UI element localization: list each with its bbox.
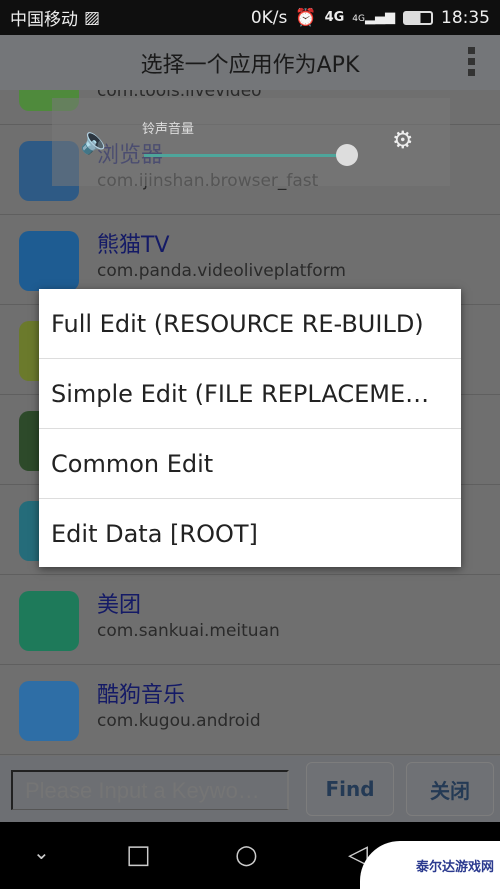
app-package: com.kugou.android: [97, 711, 261, 731]
volume-panel: 🔈 铃声音量 ⚙: [52, 98, 450, 186]
menu-item-edit-data[interactable]: Edit Data [ROOT]: [39, 499, 461, 569]
close-button[interactable]: 关闭: [406, 762, 494, 816]
image-icon: ▨: [84, 7, 101, 28]
alarm-icon: ⏰: [295, 7, 317, 28]
status-bar: 中国移动 ▨ 0K/s ⏰ 4G 4G▂▄▆ 18:35: [0, 0, 500, 35]
menu-item-full-edit[interactable]: Full Edit (RESOURCE RE-BUILD): [39, 289, 461, 359]
volume-slider[interactable]: [144, 154, 344, 157]
home-icon[interactable]: ○: [235, 840, 258, 870]
app-icon: [19, 231, 79, 291]
carrier: 中国移动: [10, 10, 78, 30]
app-icon: [19, 681, 79, 741]
watermark-logo: 泰尔达游戏网: [360, 841, 500, 889]
menu-item-simple-edit[interactable]: Simple Edit (FILE REPLACEME…: [39, 359, 461, 429]
app-name: 酷狗音乐: [97, 683, 186, 708]
clock: 18:35: [441, 7, 490, 28]
network-type: 4G: [324, 10, 345, 25]
app-package: com.panda.videoliveplatform: [97, 261, 346, 281]
chevron-down-icon[interactable]: ⌄: [33, 840, 50, 864]
network-speed: 0K/s: [250, 7, 288, 28]
search-bar: Find 关闭: [0, 756, 500, 822]
app-list-item[interactable]: 美团 com.sankuai.meituan: [0, 575, 500, 665]
recents-icon[interactable]: □: [126, 840, 151, 870]
app-package: com.sankuai.meituan: [97, 621, 280, 641]
volume-slider-thumb[interactable]: [336, 144, 358, 166]
keyword-input[interactable]: [11, 770, 289, 810]
battery-icon: [403, 10, 433, 25]
app-icon: [19, 591, 79, 651]
edit-mode-dialog: Full Edit (RESOURCE RE-BUILD) Simple Edi…: [39, 289, 461, 567]
app-bar: 选择一个应用作为APK: [0, 35, 500, 90]
find-button[interactable]: Find: [306, 762, 394, 816]
overflow-menu-icon[interactable]: [468, 47, 476, 76]
navigation-bar: ⌄ □ ○ ◁ 泰尔达游戏网: [0, 822, 500, 889]
page-title: 选择一个应用作为APK: [140, 52, 360, 78]
app-name: 美团: [97, 593, 142, 618]
network-type-2: 4G: [352, 14, 365, 24]
app-list-item[interactable]: 酷狗音乐 com.kugou.android: [0, 665, 500, 755]
app-name: 熊猫TV: [97, 233, 170, 258]
signal-icon: 4G▂▄▆: [352, 10, 395, 25]
volume-label: 铃声音量: [142, 122, 195, 137]
settings-gear-icon[interactable]: ⚙: [392, 126, 414, 154]
speaker-icon[interactable]: 🔈: [80, 126, 112, 156]
menu-item-common-edit[interactable]: Common Edit: [39, 429, 461, 499]
